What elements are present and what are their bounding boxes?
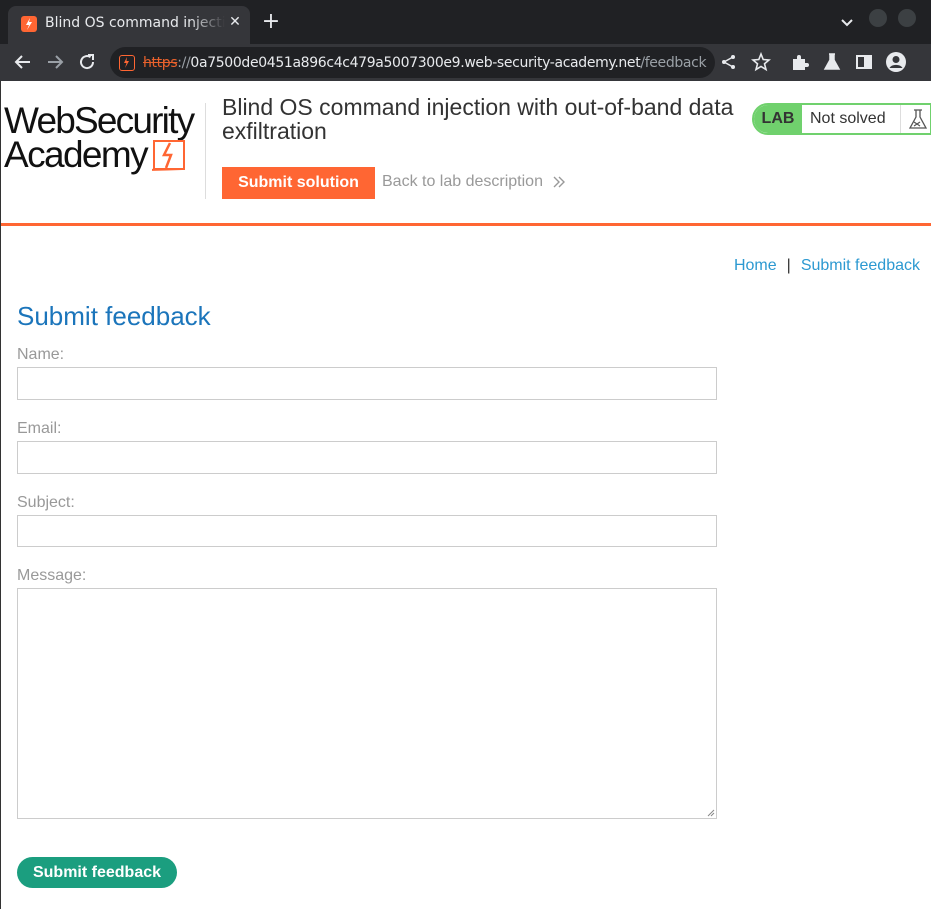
extensions-puzzle-icon[interactable] xyxy=(789,51,811,73)
breadcrumb-home-link[interactable]: Home xyxy=(734,257,777,274)
window-minimize-button[interactable] xyxy=(869,9,887,27)
name-field[interactable] xyxy=(17,367,717,400)
tab-close-icon[interactable]: ✕ xyxy=(226,13,244,31)
bookmark-star-icon[interactable] xyxy=(750,51,772,73)
logo-line2: Academy xyxy=(4,134,149,175)
back-arrow-icon[interactable] xyxy=(11,50,35,74)
page: WebSecurity Academy Blind OS command inj… xyxy=(1,81,931,909)
url-host: 0a7500de0451a896c4c479a5007300e9.web-sec… xyxy=(190,55,641,71)
side-panel-icon[interactable] xyxy=(853,51,875,73)
forward-arrow-icon[interactable] xyxy=(43,50,67,74)
lab-badge-status: Not solved xyxy=(810,110,886,127)
lab-title: Blind OS command injection with out-of-b… xyxy=(222,94,734,144)
share-icon[interactable] xyxy=(718,51,740,73)
breadcrumb-separator: | xyxy=(786,257,791,274)
message-label: Message: xyxy=(17,567,87,584)
profile-avatar-icon[interactable] xyxy=(885,51,907,73)
url-separator: :// xyxy=(177,55,191,71)
site-info-icon[interactable] xyxy=(119,55,135,71)
window-maximize-button[interactable] xyxy=(898,9,916,27)
logo-bolt-icon xyxy=(152,140,185,171)
email-field[interactable] xyxy=(17,441,717,474)
subject-field[interactable] xyxy=(17,515,717,547)
subject-label: Subject: xyxy=(17,494,75,511)
browser-tab-bar: Blind OS command injection with out-of-b… xyxy=(0,0,931,44)
portswigger-favicon-icon xyxy=(21,16,37,32)
url-scheme: https xyxy=(143,55,178,71)
tab-title: Blind OS command injection with out-of-b… xyxy=(45,15,225,31)
lab-status-badge: LAB Not solved xyxy=(752,103,931,135)
reload-icon[interactable] xyxy=(75,50,99,74)
message-textarea[interactable] xyxy=(17,588,717,819)
email-label: Email: xyxy=(17,420,62,437)
browser-tab[interactable]: Blind OS command injection with out-of-b… xyxy=(8,6,250,44)
back-to-lab-description-link[interactable]: Back to lab description xyxy=(382,173,543,191)
labs-flask-icon[interactable] xyxy=(821,51,843,73)
academy-header: WebSecurity Academy Blind OS command inj… xyxy=(1,81,931,226)
name-label: Name: xyxy=(17,346,65,363)
breadcrumb-submit-feedback-link[interactable]: Submit feedback xyxy=(801,257,920,274)
address-bar[interactable]: https://0a7500de0451a896c4c479a5007300e9… xyxy=(110,47,715,78)
web-security-academy-logo[interactable]: WebSecurity Academy xyxy=(4,98,204,178)
url-path: /feedback xyxy=(640,55,707,71)
resize-grip-icon[interactable] xyxy=(707,809,715,817)
submit-solution-button[interactable]: Submit solution xyxy=(222,167,375,199)
header-divider xyxy=(205,103,206,199)
flask-icon xyxy=(900,105,930,133)
double-chevron-right-icon xyxy=(553,176,565,188)
submit-feedback-button[interactable]: Submit feedback xyxy=(17,857,177,888)
browser-toolbar: https://0a7500de0451a896c4c479a5007300e9… xyxy=(0,44,931,81)
page-title: Submit feedback xyxy=(17,301,211,331)
breadcrumb: Home | Submit feedback xyxy=(734,257,920,275)
url-text[interactable]: https://0a7500de0451a896c4c479a5007300e9… xyxy=(143,55,707,71)
lab-badge-tag: LAB xyxy=(754,105,802,133)
new-tab-button[interactable]: + xyxy=(260,11,282,33)
tab-search-chevron-icon[interactable] xyxy=(838,13,856,31)
